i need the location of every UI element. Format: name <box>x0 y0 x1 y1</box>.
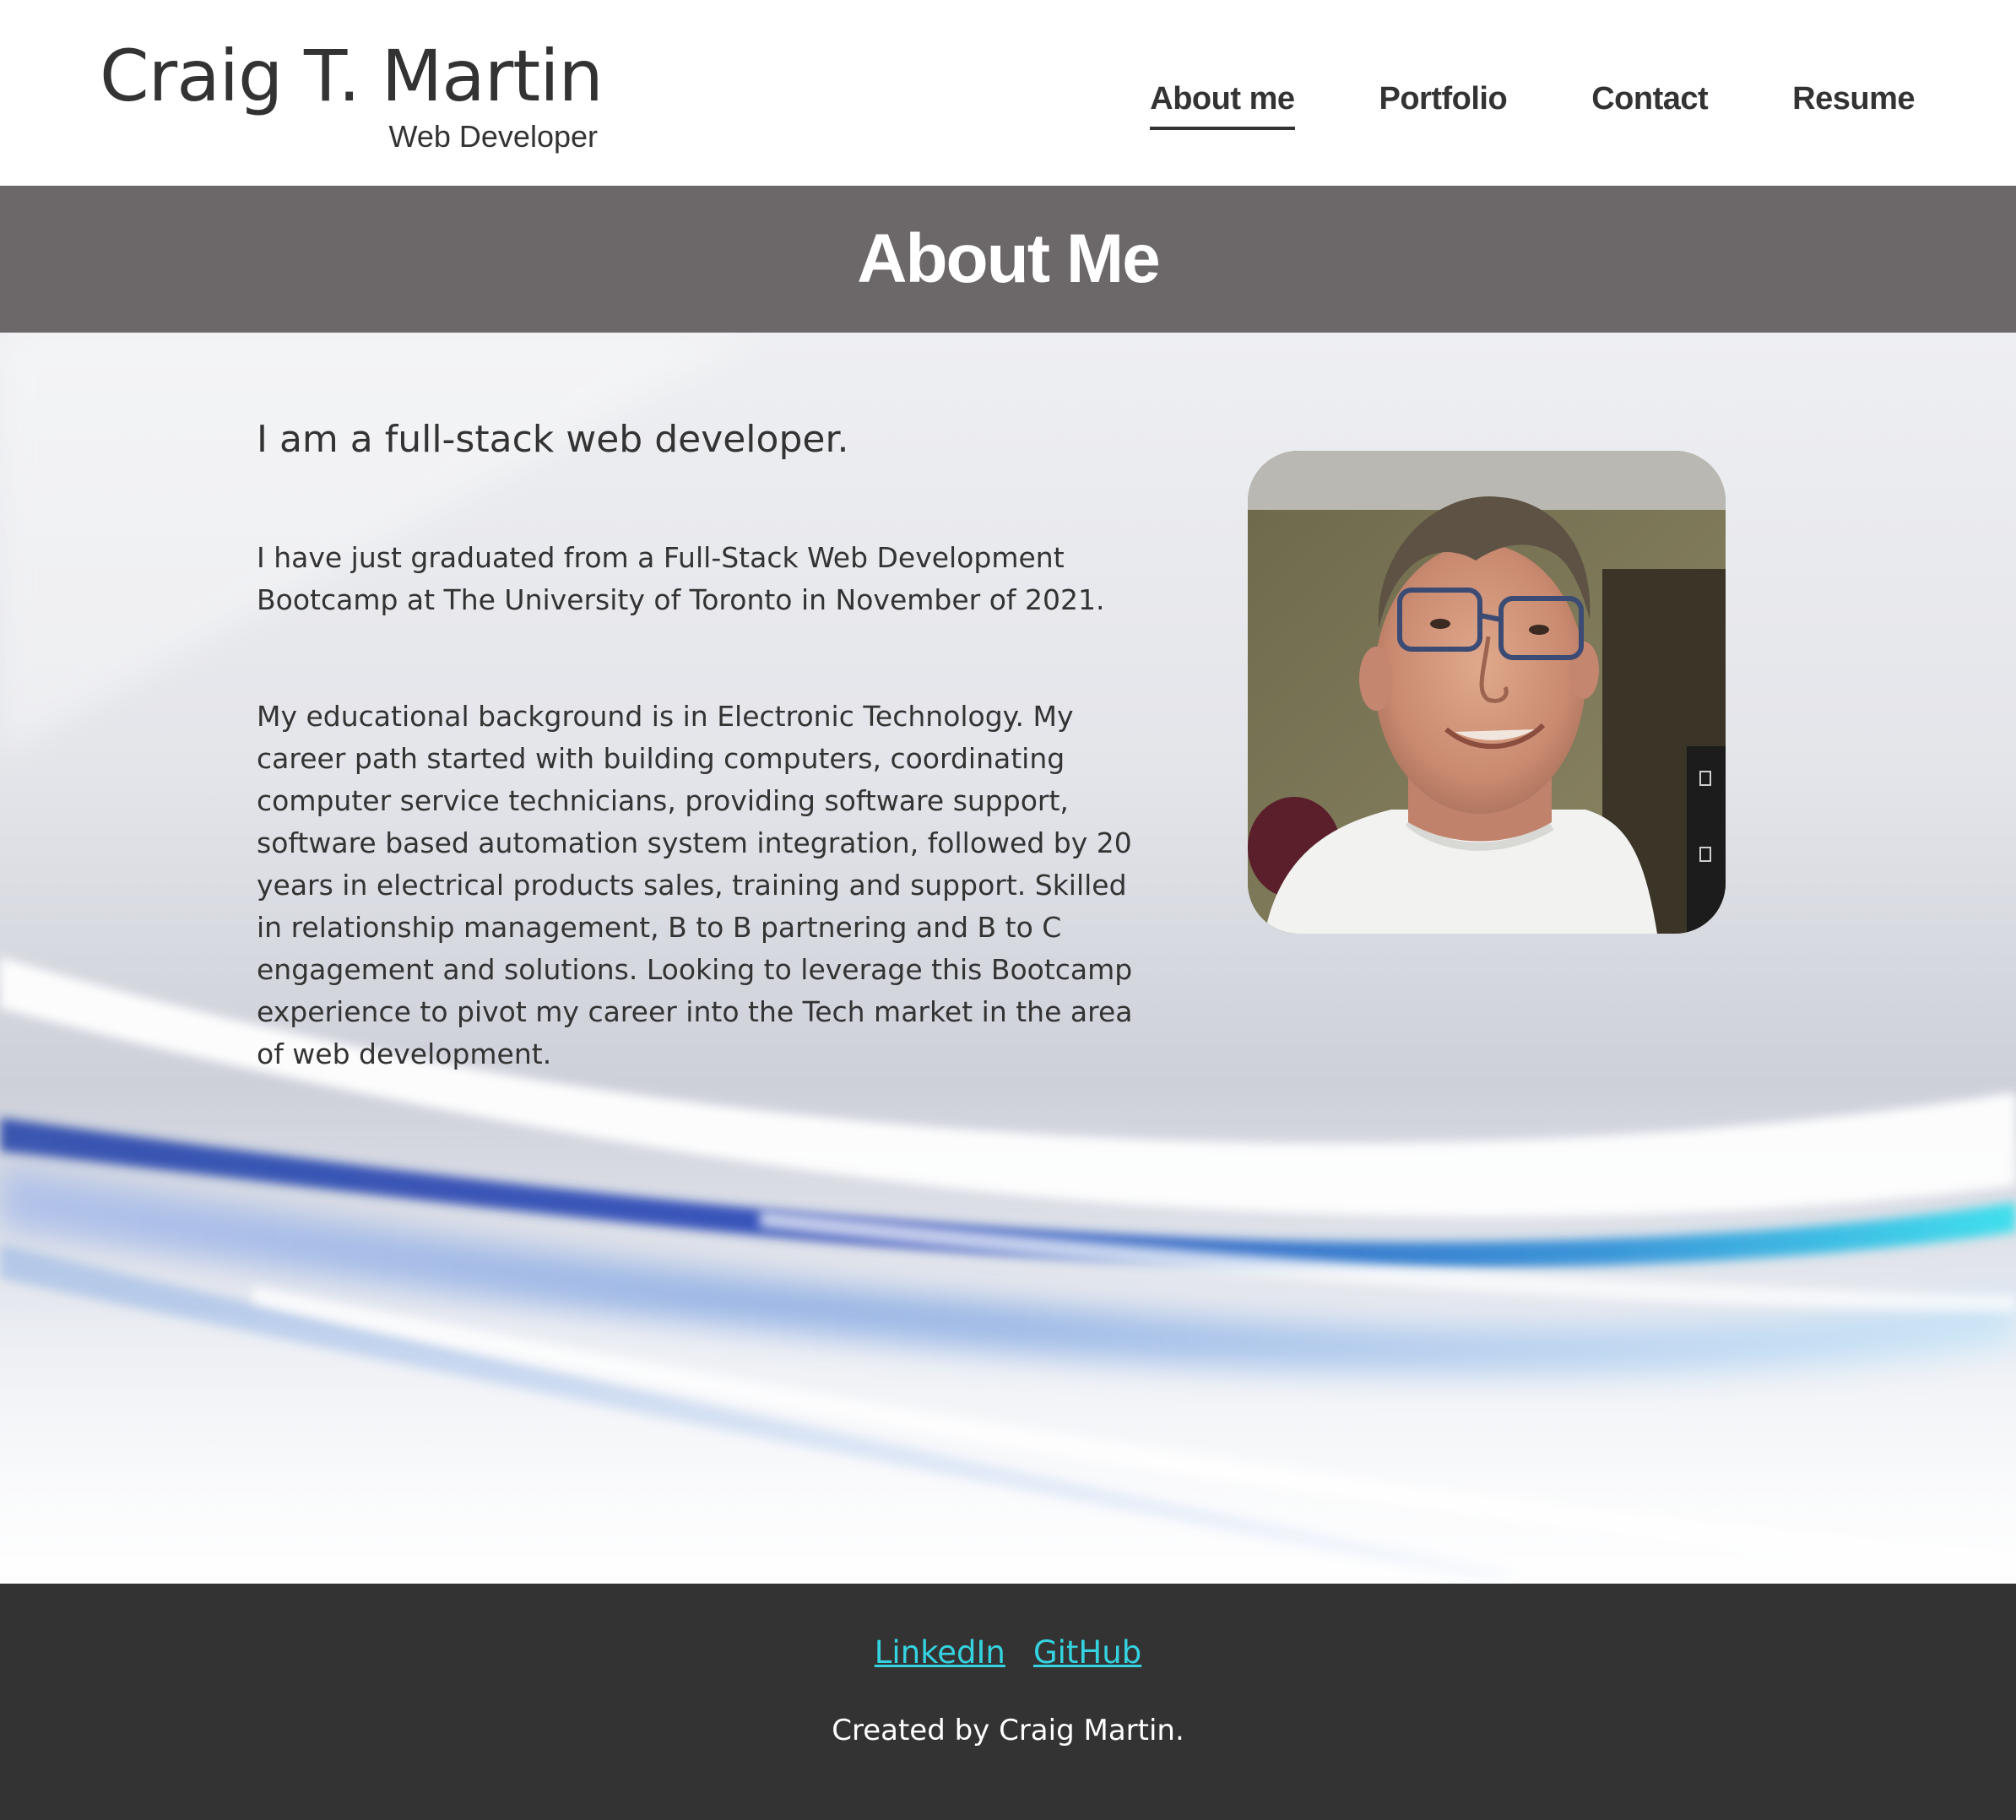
brand: Craig T. Martin Web Developer <box>100 34 604 154</box>
linkedin-link[interactable]: LinkedIn <box>875 1634 1005 1671</box>
page-title-band: About Me <box>0 186 2016 333</box>
about-section: I am a full-stack web developer. I have … <box>0 333 2016 1584</box>
main-nav: About me Portfolio Contact Resume <box>1065 78 1915 130</box>
footer-social-links: LinkedIn GitHub <box>0 1634 2016 1671</box>
github-link[interactable]: GitHub <box>1033 1634 1141 1671</box>
site-header: Craig T. Martin Web Developer About me P… <box>0 0 2016 186</box>
nav-link-about-me[interactable]: About me <box>1150 78 1295 130</box>
nav-link-resume[interactable]: Resume <box>1792 78 1915 130</box>
about-paragraph-education: I have just graduated from a Full-Stack … <box>257 541 1105 616</box>
about-lead: I am a full-stack web developer. <box>257 418 849 461</box>
nav-link-portfolio[interactable]: Portfolio <box>1379 78 1508 130</box>
about-text: I am a full-stack web developer. I have … <box>257 417 1152 1150</box>
footer-credit: Created by Craig Martin. <box>832 1714 1184 1747</box>
profile-photo <box>1248 451 1726 934</box>
site-owner-name: Craig T. Martin <box>100 35 604 117</box>
site-footer: LinkedIn GitHub Created by Craig Martin. <box>0 1584 2016 1820</box>
about-paragraph-background: My educational background is in Electron… <box>257 700 1133 1070</box>
page-title: About Me <box>857 220 1160 297</box>
portrait-illustration <box>1248 451 1726 934</box>
nav-link-contact[interactable]: Contact <box>1591 78 1708 130</box>
site-owner-role: Web Developer <box>388 119 598 154</box>
